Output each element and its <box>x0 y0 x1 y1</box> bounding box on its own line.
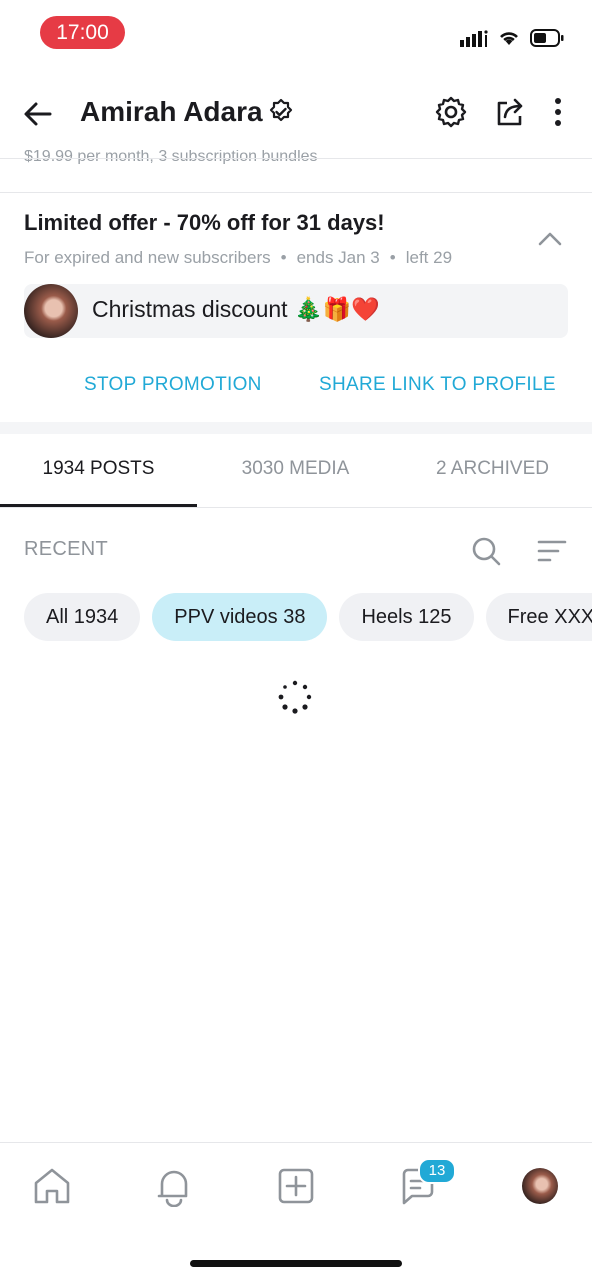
search-icon[interactable] <box>470 535 502 567</box>
subscription-info: $19.99 per month, 3 subscription bundles <box>24 150 318 164</box>
settings-button[interactable] <box>433 94 469 130</box>
status-time: 17:00 <box>40 16 125 49</box>
section-divider <box>0 422 592 434</box>
chevron-up-icon[interactable] <box>536 226 564 250</box>
divider <box>0 192 592 193</box>
settings-icon <box>435 96 467 128</box>
profile-name: Amirah Adara <box>80 96 263 127</box>
sort-icon[interactable] <box>536 537 568 565</box>
promotion-left: left 29 <box>405 248 453 267</box>
signal-icon <box>460 30 488 47</box>
nav-add-post[interactable] <box>274 1164 318 1208</box>
divider <box>0 158 592 159</box>
home-icon <box>34 1168 70 1204</box>
chip-free[interactable]: Free XXX <box>485 593 592 641</box>
loading-spinner-icon <box>278 680 312 714</box>
tab-media[interactable]: 3030 MEDIA <box>197 458 394 480</box>
separator-dot: • <box>280 248 287 267</box>
verified-icon <box>269 98 292 122</box>
more-vertical-icon <box>555 98 561 126</box>
chip-ppv-videos[interactable]: PPV videos 38 <box>152 593 328 641</box>
more-options-button[interactable] <box>540 94 576 130</box>
share-icon <box>497 98 523 126</box>
divider <box>0 507 592 508</box>
battery-icon <box>530 29 564 47</box>
nav-profile-avatar[interactable] <box>522 1168 558 1204</box>
share-link-button[interactable]: SHARE LINK TO PROFILE <box>319 374 556 396</box>
messages-count-badge: 13 <box>418 1158 456 1184</box>
chip-heels[interactable]: Heels 125 <box>339 593 474 641</box>
tab-archived[interactable]: 2 ARCHIVED <box>394 458 591 480</box>
home-indicator <box>190 1260 402 1267</box>
avatar <box>24 284 78 338</box>
stop-promotion-button[interactable]: STOP PROMOTION <box>84 374 262 396</box>
nav-home[interactable] <box>30 1164 74 1208</box>
promotion-message: Christmas discount 🎄🎁❤️ <box>92 296 380 322</box>
chip-all[interactable]: All 1934 <box>24 593 141 641</box>
profile-header: Amirah Adara <box>0 80 592 146</box>
back-arrow-icon[interactable] <box>22 98 54 130</box>
promotion-ends: ends Jan 3 <box>296 248 380 267</box>
profile-title: Amirah Adara <box>80 96 295 128</box>
filter-chips: All 1934 PPV videos 38 Heels 125 Free XX… <box>24 593 592 641</box>
status-icons <box>460 24 564 52</box>
add-post-icon <box>278 1168 314 1204</box>
promotion-title: Limited offer - 70% off for 31 days! <box>24 210 385 235</box>
promotion-meta: For expired and new subscribers • ends Jan… <box>24 248 452 268</box>
sort-label: RECENT <box>24 538 109 560</box>
nav-notifications[interactable] <box>152 1164 196 1208</box>
separator-dot: • <box>389 248 396 267</box>
notifications-icon <box>157 1170 188 1207</box>
share-button[interactable] <box>492 94 528 130</box>
wifi-icon <box>500 32 518 45</box>
tab-posts[interactable]: 1934 POSTS <box>0 458 197 480</box>
promotion-audience: For expired and new subscribers <box>24 248 271 267</box>
